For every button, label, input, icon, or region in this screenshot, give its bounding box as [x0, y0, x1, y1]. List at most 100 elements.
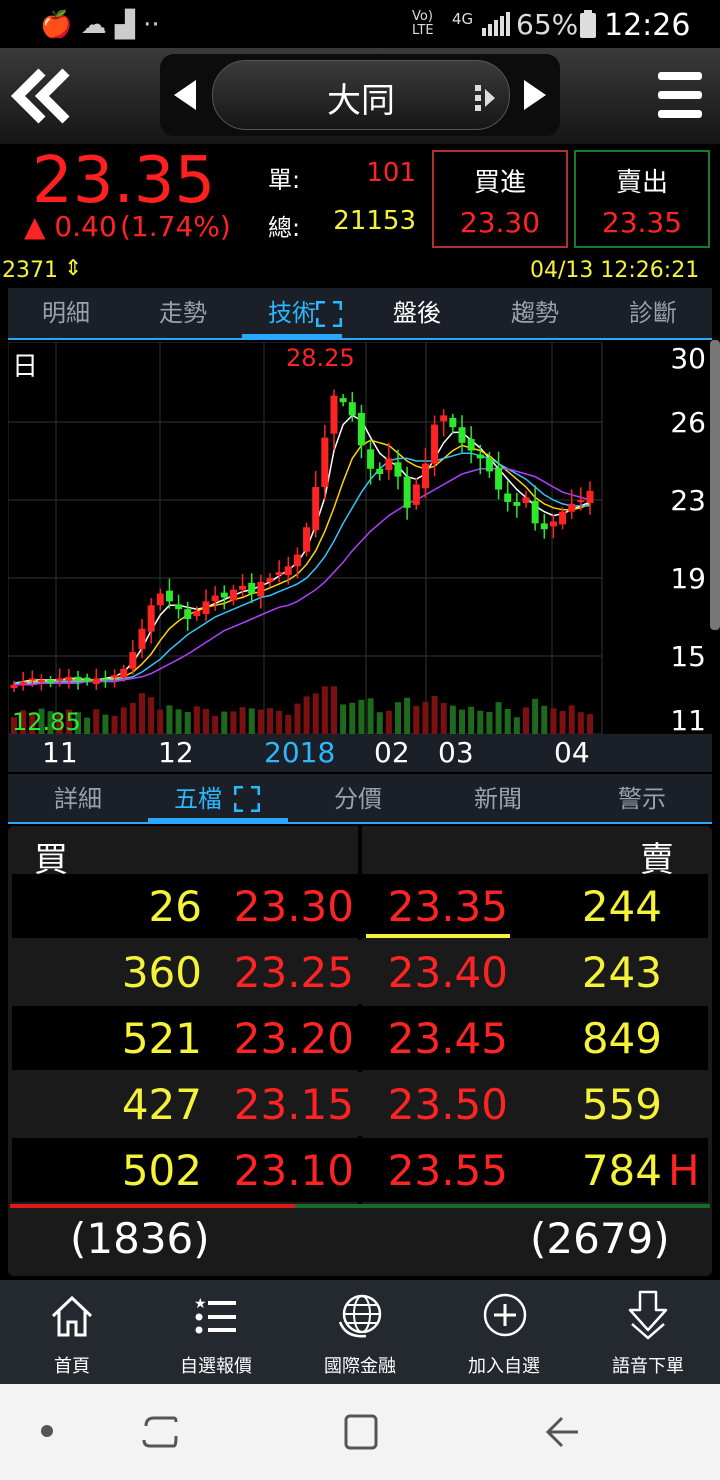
candle-body — [385, 458, 393, 471]
candle-body — [156, 593, 164, 606]
volume-bar — [587, 714, 593, 734]
candle-body — [412, 484, 420, 505]
book-row: 502 23.10 23.55 784 H — [12, 1138, 708, 1202]
sell-label: 賣出 — [615, 168, 668, 198]
tab-details[interactable]: 詳細 — [8, 774, 148, 824]
candlestick-chart[interactable]: 日 28.25 12.85 30 26 23 19 15 11 11 12 20… — [8, 342, 712, 772]
volume-bar — [221, 711, 228, 734]
volume-bar — [175, 709, 182, 734]
volume-bar — [532, 698, 539, 734]
candle-body — [28, 678, 36, 681]
title-bar: 大同 — [0, 48, 720, 144]
nav-watchlist[interactable]: ★ 自選報價 — [144, 1280, 288, 1384]
candle-body — [175, 604, 183, 610]
volume-bar — [93, 709, 100, 734]
bid-qty: 427 — [121, 1080, 202, 1129]
candle-body — [92, 678, 100, 684]
candle-body — [348, 402, 356, 416]
candle-body — [549, 521, 557, 527]
x-tick: 04 — [554, 736, 590, 769]
candle-body — [83, 677, 91, 682]
prev-stock-icon[interactable] — [174, 80, 198, 110]
volume-bar — [267, 708, 273, 734]
recents-icon[interactable] — [142, 1412, 178, 1452]
fullscreen-icon[interactable] — [234, 786, 260, 812]
volume-bar — [294, 703, 301, 734]
drag-handle-icon[interactable] — [475, 85, 497, 111]
candle-body — [504, 493, 512, 502]
tab-trend[interactable]: 走勢 — [124, 288, 242, 338]
tab-price-volume[interactable]: 分價 — [288, 774, 428, 824]
volume-bar — [193, 706, 200, 734]
bid-price: 23.25 — [233, 948, 354, 997]
volume-bar — [331, 686, 337, 734]
stock-title-box[interactable]: 大同 — [212, 60, 510, 130]
tab-news[interactable]: 新聞 — [428, 774, 568, 824]
battery-icon — [580, 10, 596, 38]
back-nav-icon[interactable] — [544, 1414, 582, 1450]
overview-icon[interactable] — [342, 1412, 380, 1452]
candle-body — [568, 503, 576, 512]
candle-body — [513, 501, 521, 506]
status-bar: 🍎 ☁ ▟ ·· Vo) LTE 4G 65% 12:26 — [0, 0, 720, 48]
book-row: 427 23.15 23.50 559 — [12, 1072, 708, 1136]
candle-body — [531, 500, 539, 524]
quote-header: 23.35 ▲ 0.40 (1.74%) 單: 101 總: 21153 買進 … — [0, 144, 720, 260]
y-tick: 11 — [670, 704, 706, 737]
nav-add-watchlist[interactable]: 加入自選 — [432, 1280, 576, 1384]
tab-five-levels[interactable]: 五檔 — [148, 774, 248, 824]
nav-home[interactable]: 首頁 — [0, 1280, 144, 1384]
volume-bar — [276, 710, 283, 734]
next-stock-icon[interactable] — [522, 80, 546, 110]
candle-body — [65, 676, 73, 681]
y-tick: 15 — [670, 640, 706, 673]
volume-bar — [312, 693, 319, 734]
fullscreen-icon[interactable] — [316, 301, 342, 327]
volume-bar — [459, 709, 465, 734]
buy-price: 23.30 — [459, 206, 541, 239]
candle-body — [129, 652, 137, 669]
candle-body — [284, 566, 292, 576]
candle-body — [202, 601, 210, 615]
home-dot-icon[interactable] — [40, 1424, 54, 1438]
price-change-percent: (1.74%) — [120, 210, 231, 243]
nav-international[interactable]: 國際金融 — [288, 1280, 432, 1384]
tab-tendency[interactable]: 趨勢 — [476, 288, 594, 338]
candle-body — [266, 578, 274, 582]
candle-body — [111, 675, 119, 678]
ask-price: 23.55 — [387, 1146, 508, 1195]
candle-body — [449, 417, 457, 428]
scrollbar[interactable] — [710, 340, 720, 630]
candle-body — [467, 438, 475, 451]
candle-body — [229, 589, 237, 601]
tab-alerts[interactable]: 警示 — [572, 774, 712, 824]
menu-icon[interactable] — [658, 72, 702, 118]
tab-diagnosis[interactable]: 診斷 — [594, 288, 712, 338]
tab-detail[interactable]: 明細 — [8, 288, 124, 338]
volume-bar — [84, 717, 91, 734]
bid-price: 23.30 — [233, 882, 354, 931]
candle-body — [193, 611, 201, 617]
book-row: 360 23.25 23.40 243 — [12, 940, 708, 1004]
candle-body — [101, 678, 109, 681]
nav-label: 首頁 — [54, 1356, 90, 1377]
book-row: 521 23.20 23.45 849 — [12, 1006, 708, 1070]
candle-body — [303, 527, 311, 552]
app-notification-icons: 🍎 ☁ ▟ ·· — [40, 10, 160, 40]
stock-code: 2371 — [2, 258, 58, 283]
sell-button[interactable]: 賣出 23.35 — [574, 150, 710, 248]
candle-body — [10, 684, 18, 688]
back-icon[interactable] — [10, 68, 72, 124]
volume-bar — [349, 702, 356, 734]
candle-body — [357, 412, 365, 446]
stock-name: 大同 — [327, 81, 395, 121]
nav-voice-order[interactable]: 語音下單 — [576, 1280, 720, 1384]
volume-bar — [523, 707, 529, 734]
candle-body — [476, 454, 484, 459]
ask-price: 23.45 — [387, 1014, 508, 1063]
tab-after-hours[interactable]: 盤後 — [358, 288, 476, 338]
candle-body — [147, 605, 155, 632]
list-icon: ★ — [194, 1296, 236, 1334]
buy-button[interactable]: 買進 23.30 — [432, 150, 568, 248]
volume-bar — [303, 696, 310, 734]
